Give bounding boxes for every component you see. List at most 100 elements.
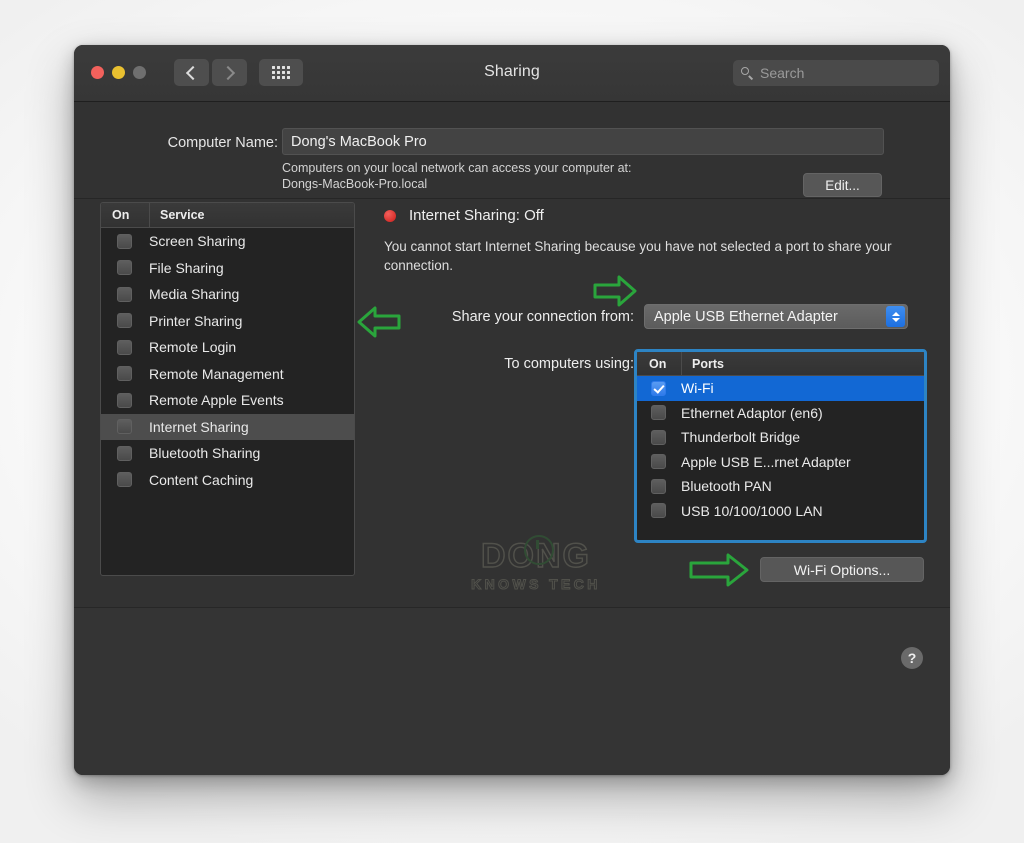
services-table-header: On Service <box>101 203 354 228</box>
wifi-options-button[interactable]: Wi-Fi Options... <box>760 557 924 582</box>
service-checkbox-icon[interactable] <box>117 472 132 488</box>
service-row[interactable]: Remote Apple Events <box>101 387 354 414</box>
service-row[interactable]: Remote Login <box>101 334 354 361</box>
service-name: Screen Sharing <box>149 233 246 250</box>
ports-table[interactable]: On Ports Wi-Fi Ethernet Adaptor (en6) Thun… <box>634 349 927 543</box>
port-row[interactable]: Ethernet Adaptor (en6) <box>637 401 924 426</box>
port-checkbox-cell[interactable] <box>637 380 681 396</box>
search-icon <box>741 66 754 80</box>
status-description: You cannot start Internet Sharing becaus… <box>384 239 892 273</box>
service-checkbox-cell[interactable] <box>101 419 149 435</box>
service-checkbox-icon[interactable] <box>117 233 132 249</box>
port-checkbox-icon[interactable] <box>651 503 666 519</box>
computer-name-input[interactable]: Dong's MacBook Pro <box>282 128 884 155</box>
service-name: File Sharing <box>149 259 224 276</box>
annotation-arrow-wifi-options <box>689 553 749 587</box>
service-checkbox-cell[interactable] <box>101 366 149 382</box>
computer-name-help-line2: Dongs-MacBook-Pro.local <box>282 177 428 191</box>
watermark: DONG KNOWS TECH <box>426 535 646 593</box>
system-preferences-window: Sharing Search Computer Name: Dong's Mac… <box>74 45 950 775</box>
watermark-sub: KNOWS TECH <box>471 576 601 593</box>
port-row[interactable]: USB 10/100/1000 LAN <box>637 499 924 524</box>
watermark-main: DONG <box>480 537 591 575</box>
port-name: Apple USB E...rnet Adapter <box>681 453 851 470</box>
port-checkbox-icon[interactable] <box>651 380 666 396</box>
internet-sharing-status: Internet Sharing: Off <box>384 207 544 224</box>
port-checkbox-cell[interactable] <box>637 429 681 445</box>
port-checkbox-icon[interactable] <box>651 478 666 494</box>
service-row[interactable]: Internet Sharing <box>101 413 354 440</box>
service-name: Remote Management <box>149 365 284 382</box>
services-col-on: On <box>112 208 130 222</box>
port-checkbox-icon[interactable] <box>651 454 666 470</box>
service-checkbox-icon[interactable] <box>117 260 132 276</box>
port-name: Wi-Fi <box>681 380 714 397</box>
ports-col-on: On <box>649 356 667 371</box>
share-connection-from-select[interactable]: Apple USB Ethernet Adapter <box>644 304 908 329</box>
service-checkbox-cell[interactable] <box>101 286 149 302</box>
service-checkbox-icon[interactable] <box>117 419 132 435</box>
search-placeholder: Search <box>760 65 805 81</box>
service-checkbox-cell[interactable] <box>101 233 149 249</box>
status-indicator-icon <box>384 209 396 222</box>
service-checkbox-icon[interactable] <box>117 392 132 408</box>
services-table[interactable]: On Service Screen Sharing File Sharing Med… <box>100 202 355 576</box>
services-row-list: Screen Sharing File Sharing Media Sharing P… <box>101 228 354 493</box>
status-label: Internet Sharing: Off <box>409 207 544 224</box>
port-checkbox-icon[interactable] <box>651 405 666 421</box>
service-checkbox-icon[interactable] <box>117 366 132 382</box>
share-connection-from-row: Share your connection from: Apple USB Et… <box>384 304 950 329</box>
service-name: Internet Sharing <box>149 418 249 435</box>
computer-name-help: Computers on your local network can acce… <box>282 160 822 192</box>
service-name: Media Sharing <box>149 286 240 303</box>
computer-name-help-line1: Computers on your local network can acce… <box>282 161 632 175</box>
ports-table-header: On Ports <box>637 352 924 376</box>
to-computers-using-label: To computers using: <box>504 356 634 372</box>
service-name: Bluetooth Sharing <box>149 445 261 462</box>
search-field[interactable]: Search <box>733 60 939 86</box>
service-row[interactable]: Printer Sharing <box>101 308 354 335</box>
service-checkbox-icon[interactable] <box>117 445 132 461</box>
service-checkbox-cell[interactable] <box>101 445 149 461</box>
window-footer: ? <box>74 607 950 775</box>
port-name: Thunderbolt Bridge <box>681 429 801 446</box>
port-row[interactable]: Apple USB E...rnet Adapter <box>637 450 924 475</box>
watermark-ring-icon <box>524 535 554 565</box>
services-col-service: Service <box>149 203 354 227</box>
service-row[interactable]: Media Sharing <box>101 281 354 308</box>
edit-button[interactable]: Edit... <box>803 173 882 197</box>
service-name: Printer Sharing <box>149 312 243 329</box>
port-checkbox-cell[interactable] <box>637 478 681 494</box>
port-row[interactable]: Thunderbolt Bridge <box>637 425 924 450</box>
port-checkbox-cell[interactable] <box>637 503 681 519</box>
service-row[interactable]: Bluetooth Sharing <box>101 440 354 467</box>
port-row[interactable]: Bluetooth PAN <box>637 474 924 499</box>
share-connection-from-label: Share your connection from: <box>451 308 634 325</box>
service-row[interactable]: File Sharing <box>101 255 354 282</box>
service-checkbox-icon[interactable] <box>117 313 132 329</box>
port-checkbox-cell[interactable] <box>637 454 681 470</box>
service-checkbox-cell[interactable] <box>101 313 149 329</box>
service-name: Remote Apple Events <box>149 392 284 409</box>
port-name: Ethernet Adaptor (en6) <box>681 404 823 421</box>
service-checkbox-cell[interactable] <box>101 339 149 355</box>
service-checkbox-icon[interactable] <box>117 339 132 355</box>
service-name: Content Caching <box>149 471 254 488</box>
port-checkbox-icon[interactable] <box>651 429 666 445</box>
port-name: Bluetooth PAN <box>681 478 772 495</box>
help-button[interactable]: ? <box>901 647 923 669</box>
service-checkbox-icon[interactable] <box>117 286 132 302</box>
service-checkbox-cell[interactable] <box>101 472 149 488</box>
port-checkbox-cell[interactable] <box>637 405 681 421</box>
service-checkbox-cell[interactable] <box>101 392 149 408</box>
service-row[interactable]: Content Caching <box>101 467 354 494</box>
service-name: Remote Login <box>149 339 237 356</box>
service-checkbox-cell[interactable] <box>101 260 149 276</box>
computer-name-label: Computer Name: <box>167 135 278 151</box>
service-row[interactable]: Screen Sharing <box>101 228 354 255</box>
ports-col-ports: Ports <box>681 352 924 375</box>
port-row[interactable]: Wi-Fi <box>637 376 924 401</box>
sharing-main-body: On Service Screen Sharing File Sharing Med… <box>74 199 950 607</box>
service-row[interactable]: Remote Management <box>101 361 354 388</box>
ports-row-list: Wi-Fi Ethernet Adaptor (en6) Thunderbolt B… <box>637 376 924 523</box>
